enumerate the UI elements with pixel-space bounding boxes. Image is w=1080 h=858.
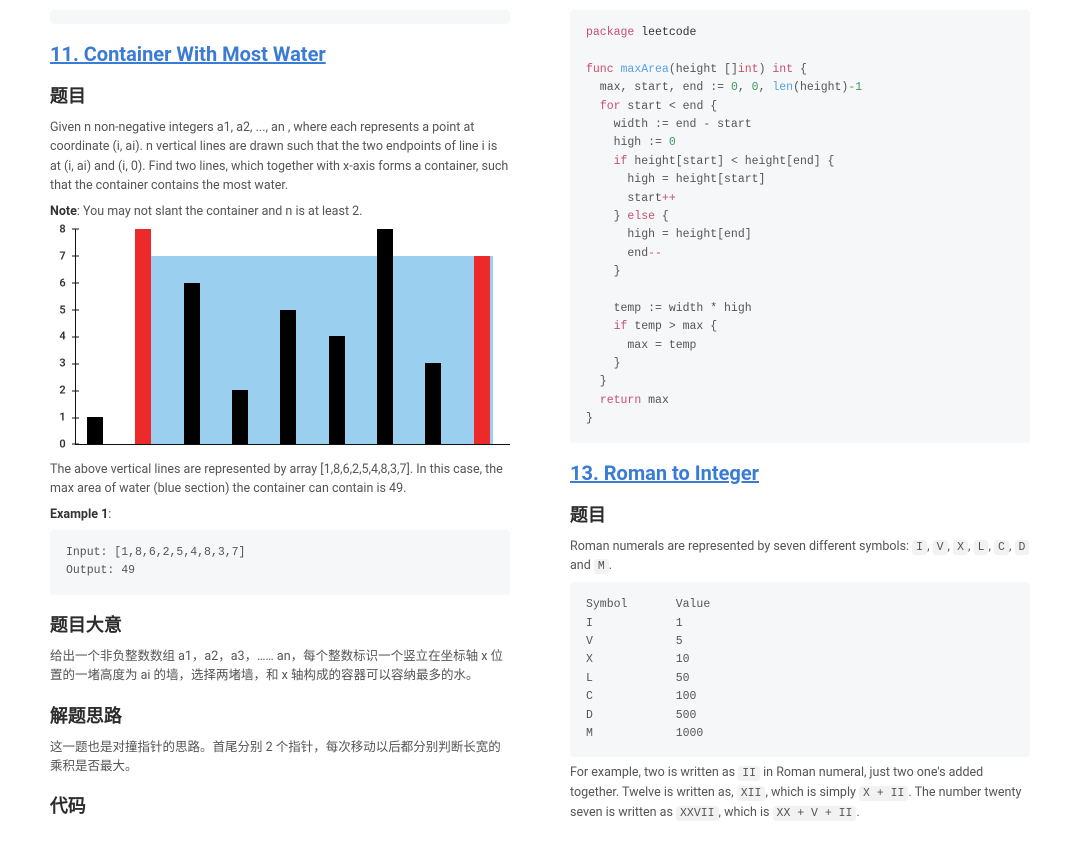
bar-highlight [474, 256, 490, 444]
right-column: package leetcode func maxArea(height []i… [570, 10, 1030, 829]
left-column: 11. Container With Most Water 题目 Given n… [50, 10, 510, 829]
chart-y-axis: 012345678 [50, 229, 76, 444]
bar [232, 390, 248, 444]
problem-13-title[interactable]: 13. Roman to Integer [570, 461, 1030, 485]
problem-11-title[interactable]: 11. Container With Most Water [50, 42, 510, 66]
y-tick: 4 [50, 330, 75, 343]
y-tick: 0 [50, 437, 75, 450]
y-tick: 3 [50, 357, 75, 370]
bar [184, 283, 200, 444]
roman-intro: Roman numerals are represented by seven … [570, 537, 1030, 577]
y-tick: 6 [50, 276, 75, 289]
note-text: : You may not slant the container and n … [77, 204, 363, 219]
symbol-value-table: Symbol Value I 1 V 5 X 10 L 50 C 100 D 5… [570, 582, 1030, 757]
symbol-D: D [1015, 540, 1030, 555]
note-label: Note [50, 204, 77, 219]
code-X-plus-II: X + II [859, 786, 908, 801]
code-II: II [738, 766, 760, 781]
meaning-text: 给出一个非负整数数组 a1，a2，a3，…… an，每个整数标识一个竖立在坐标轴… [50, 647, 510, 686]
example-label: Example 1: [50, 505, 510, 524]
go-code-block: package leetcode func maxArea(height []i… [570, 10, 1030, 443]
heading-meaning: 题目大意 [50, 611, 510, 637]
y-tick: 5 [50, 303, 75, 316]
approach-text: 这一题也是对撞指针的思路。首尾分别 2 个指针，每次移动以后都分别判断长宽的乘积… [50, 738, 510, 777]
heading-code: 代码 [50, 792, 510, 818]
heading-problem-13: 题目 [570, 501, 1030, 527]
code-XX-plus-V-plus-II: XX + V + II [773, 806, 857, 821]
y-tick: 7 [50, 249, 75, 262]
heading-approach: 解题思路 [50, 702, 510, 728]
bar [377, 229, 393, 444]
bar [280, 310, 296, 444]
symbol-M: M [594, 559, 609, 574]
chart-plot-area [75, 229, 510, 444]
symbol-C: C [994, 540, 1009, 555]
code-XXVII: XXVII [676, 806, 719, 821]
container-water-chart: 012345678 [50, 229, 510, 454]
symbol-L: L [974, 540, 989, 555]
bar [425, 363, 441, 444]
problem-note: Note: You may not slant the container an… [50, 202, 510, 221]
example-code-block: Input: [1,8,6,2,5,4,8,3,7] Output: 49 [50, 530, 510, 595]
bar-highlight [135, 229, 151, 444]
symbol-V: V [933, 540, 948, 555]
y-tick: 2 [50, 384, 75, 397]
roman-example-paragraph: For example, two is written as II in Rom… [570, 763, 1030, 822]
problem-description: Given n non-negative integers a1, a2, ..… [50, 118, 510, 196]
chart-caption: The above vertical lines are represented… [50, 460, 510, 499]
bar [329, 336, 345, 444]
symbol-I: I [912, 540, 927, 555]
y-tick: 1 [50, 411, 75, 424]
bar [87, 417, 103, 444]
code-block-remnant [50, 10, 510, 24]
chart-x-axis [75, 444, 510, 445]
y-tick: 8 [50, 222, 75, 235]
symbol-X: X [953, 540, 968, 555]
code-XII: XII [737, 786, 766, 801]
heading-problem: 题目 [50, 82, 510, 108]
